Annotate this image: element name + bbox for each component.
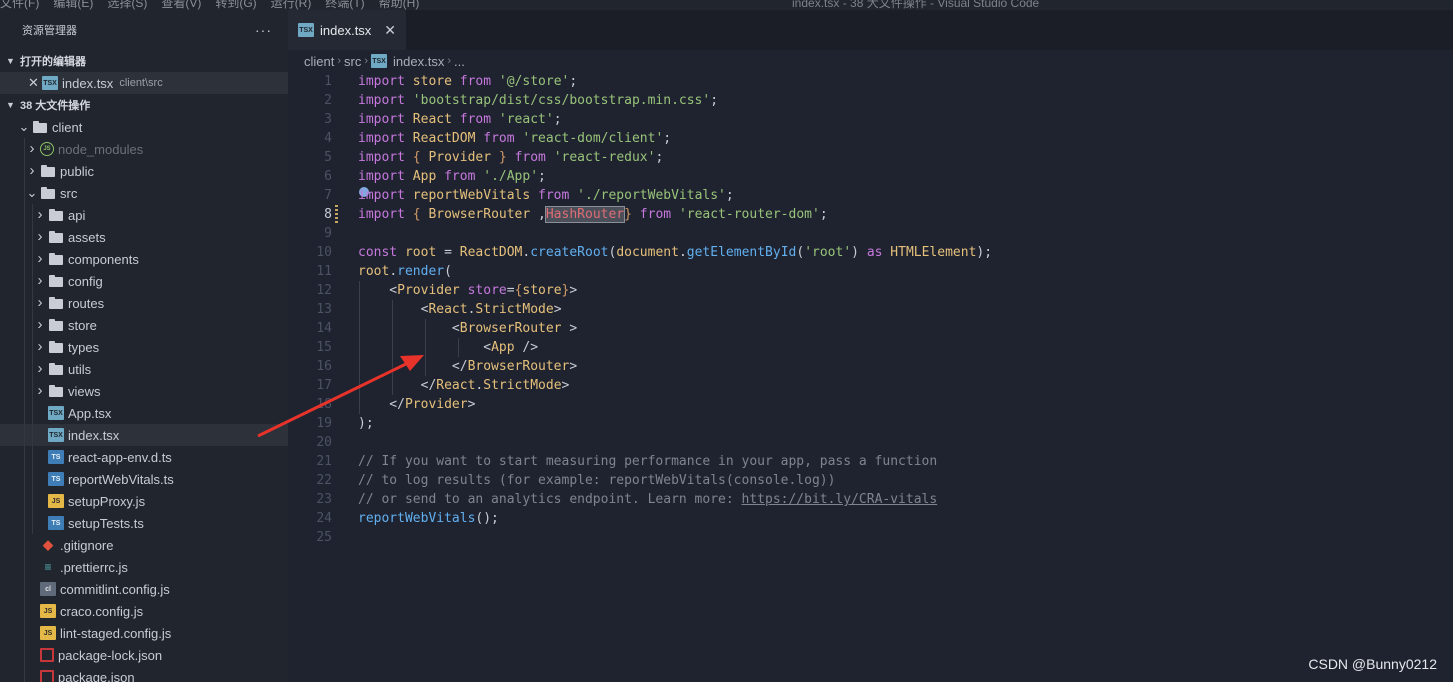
arrow-head bbox=[400, 355, 424, 371]
arrow-shaft bbox=[257, 360, 411, 438]
annotation-arrow bbox=[257, 355, 424, 438]
watermark: CSDN @Bunny0212 bbox=[1308, 656, 1437, 672]
